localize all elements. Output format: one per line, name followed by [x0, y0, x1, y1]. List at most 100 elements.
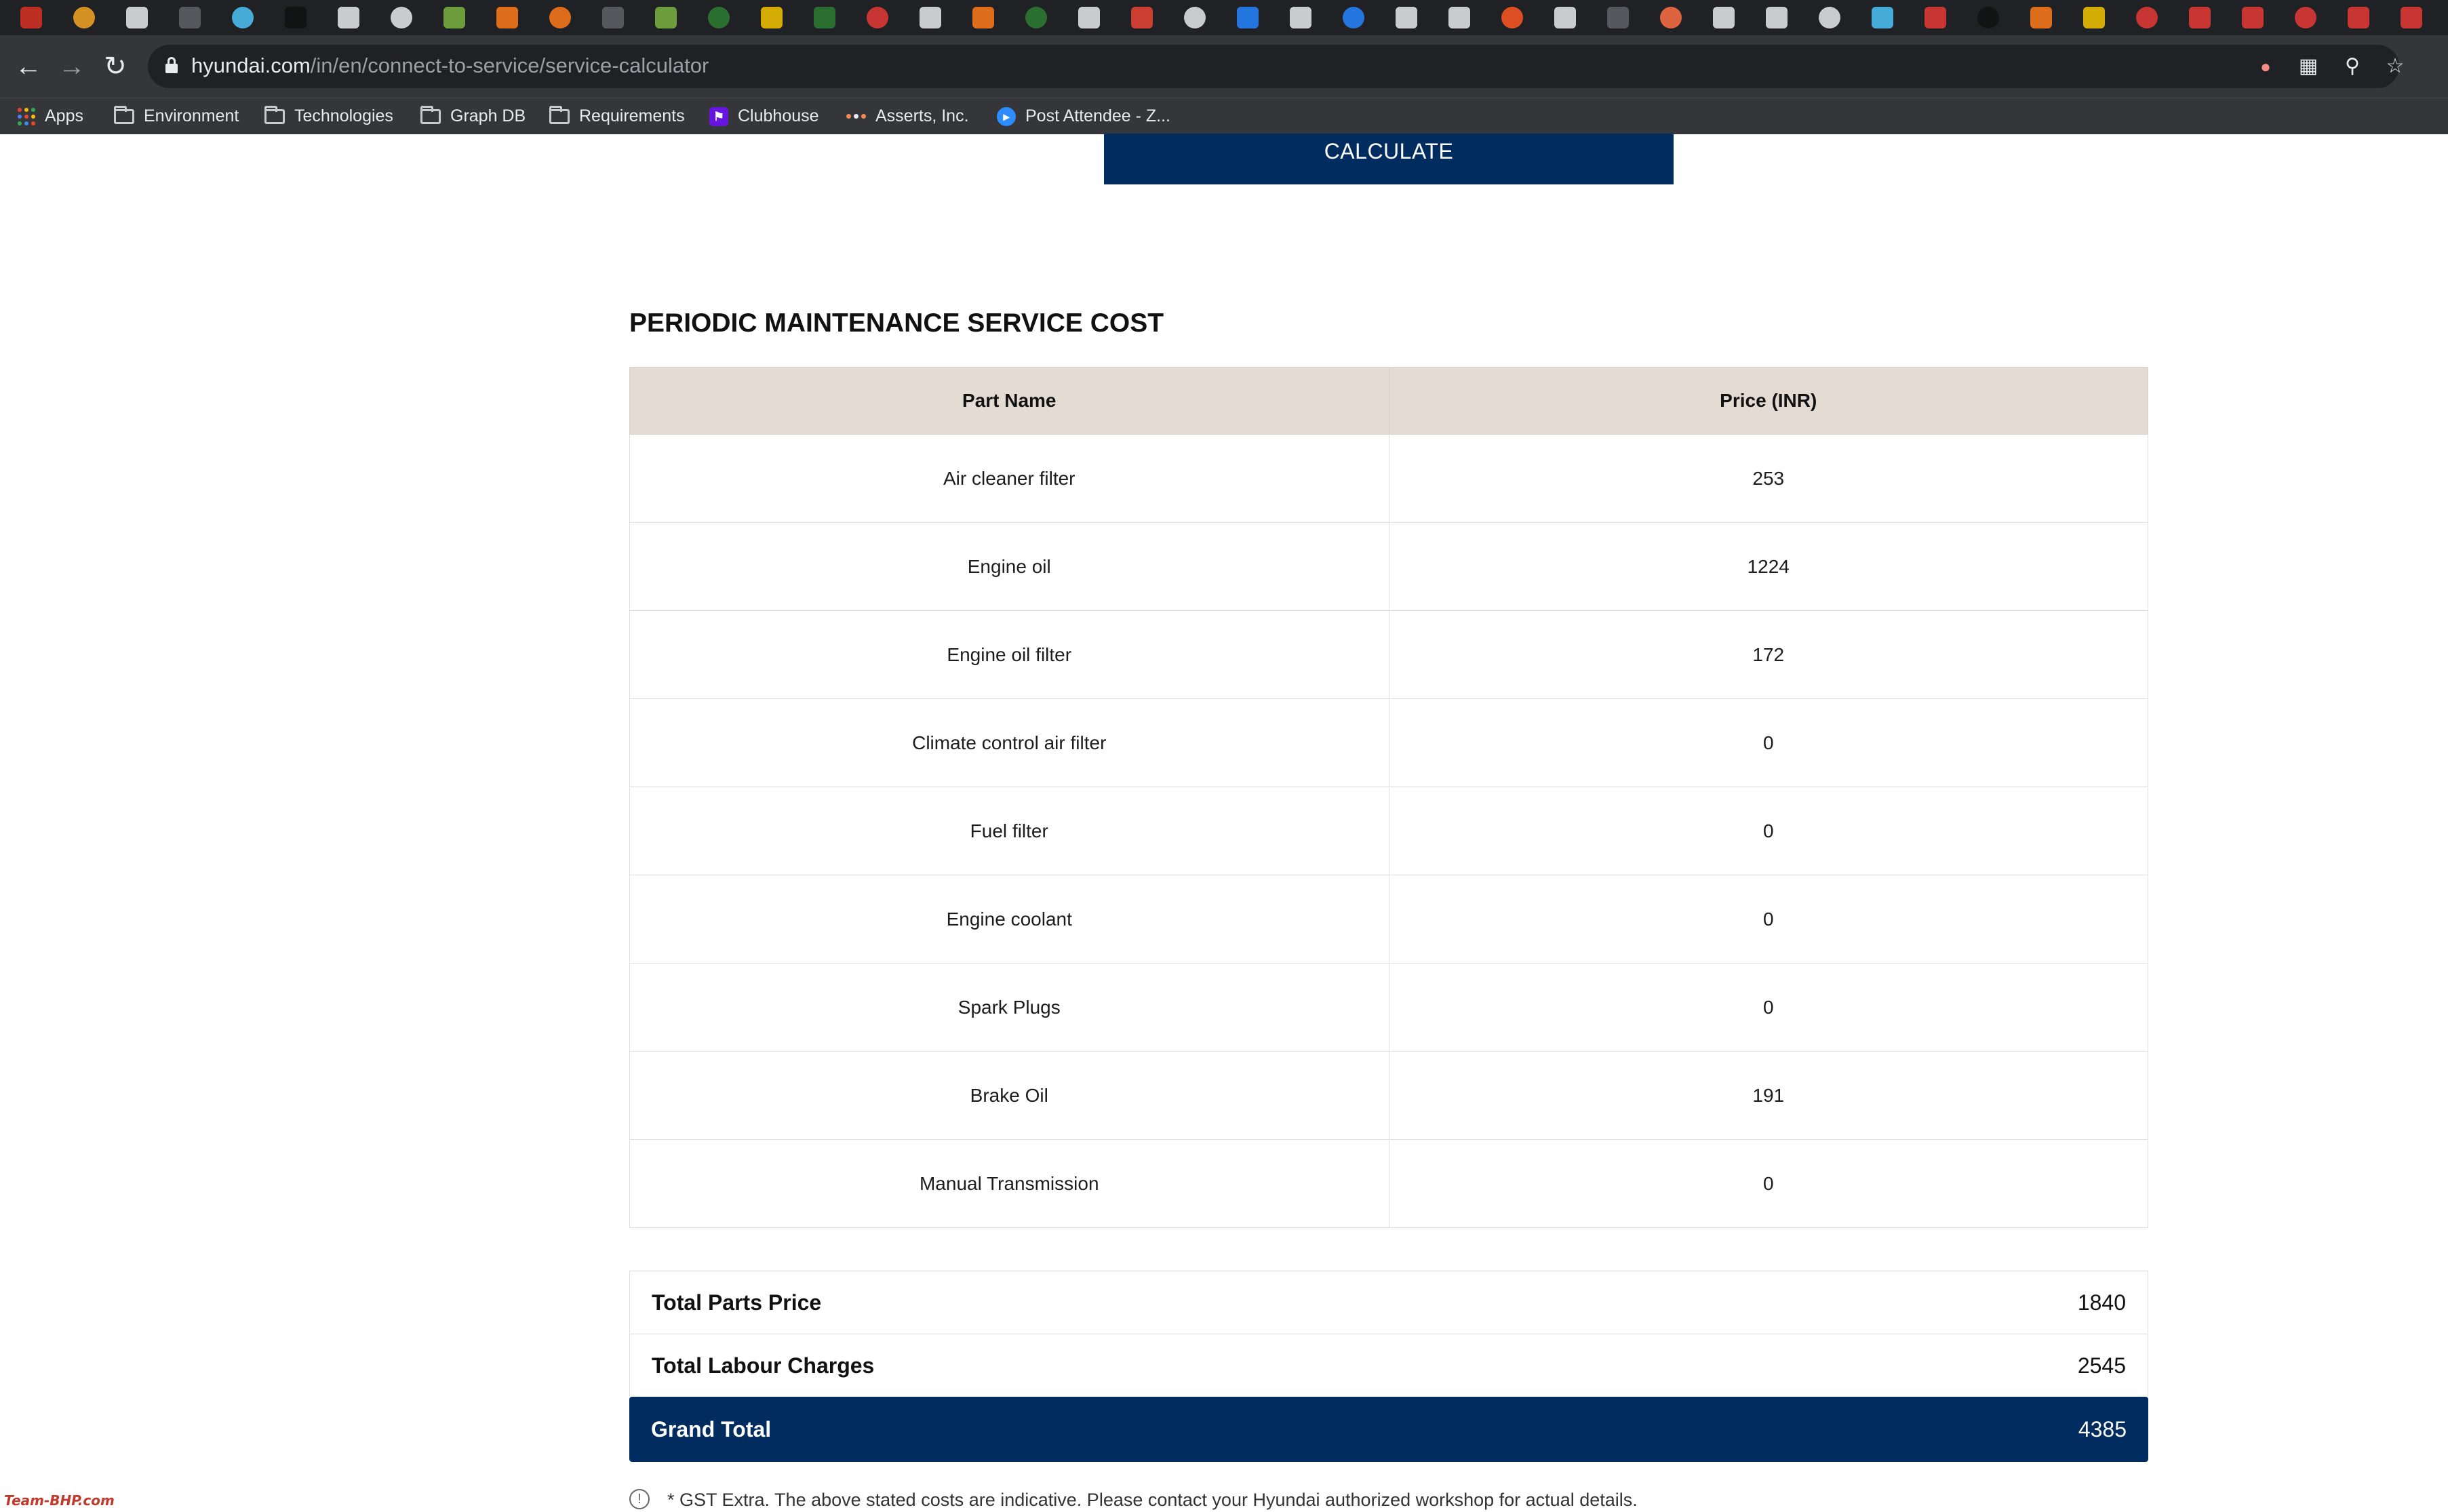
tab-favicon[interactable] [2030, 7, 2052, 28]
bookmark-asserts[interactable]: Asserts, Inc. [846, 98, 969, 134]
bookmark-label: Apps [45, 106, 83, 125]
tab-favicon[interactable] [2348, 7, 2369, 28]
price-cell: 253 [1388, 434, 2148, 523]
tab-favicon[interactable] [179, 7, 201, 28]
browser-chrome: ← → ↻ hyundai.com/in/en/connect-to-servi… [0, 0, 2448, 134]
tab-favicon[interactable] [549, 7, 571, 28]
blocked-popup-icon[interactable]: ● [2253, 54, 2278, 79]
tab-favicon[interactable] [1872, 7, 1893, 28]
tab-favicon[interactable] [2083, 7, 2105, 28]
bookmark-apps[interactable]: Apps [18, 98, 83, 134]
total-labour-row: Total Labour Charges 2545 [629, 1334, 2148, 1397]
bookmark-post-attendee[interactable]: ▸ Post Attendee - Z... [997, 98, 1170, 134]
column-header-price: Price (INR) [1388, 367, 2148, 435]
tab-favicon[interactable] [443, 7, 465, 28]
back-icon[interactable]: ← [9, 47, 47, 85]
tab-favicon[interactable] [1554, 7, 1576, 28]
lock-icon[interactable] [165, 57, 178, 73]
tab-favicon[interactable] [1819, 7, 1840, 28]
bookmark-folder-graph-db[interactable]: Graph DB [420, 98, 526, 134]
url-text[interactable]: hyundai.com/in/en/connect-to-service/ser… [191, 54, 709, 78]
dots-icon [846, 114, 866, 119]
zoom-icon[interactable]: ⚲ [2340, 54, 2365, 79]
tab-favicon[interactable] [1977, 7, 1999, 28]
tab-favicon[interactable] [2401, 7, 2422, 28]
tab-favicon[interactable] [1448, 7, 1470, 28]
tab-favicon[interactable] [602, 7, 624, 28]
tab-favicon[interactable] [814, 7, 835, 28]
total-labour-value: 2545 [2077, 1353, 2126, 1378]
tab-favicon[interactable] [761, 7, 783, 28]
tab-favicon[interactable] [338, 7, 359, 28]
address-bar[interactable]: hyundai.com/in/en/connect-to-service/ser… [148, 45, 2404, 88]
tab-favicon[interactable] [496, 7, 518, 28]
tab-favicon[interactable] [920, 7, 941, 28]
tab-favicon[interactable] [1343, 7, 1364, 28]
price-cell: 0 [1388, 963, 2148, 1052]
table-row: Air cleaner filter 253 [629, 434, 2148, 523]
apps-grid-icon [18, 107, 35, 125]
bookmark-label: Environment [144, 106, 239, 125]
bookmark-clubhouse[interactable]: ⚑ Clubhouse [709, 98, 819, 134]
table-row: Engine oil filter 172 [629, 610, 2148, 699]
part-name-cell: Engine oil filter [629, 610, 1389, 699]
tab-strip [0, 0, 2448, 35]
bookmark-folder-requirements[interactable]: Requirements [549, 98, 685, 134]
grand-total-label: Grand Total [651, 1416, 772, 1441]
table-row: Climate control air filter 0 [629, 698, 2148, 787]
qr-code-icon[interactable]: ▦ [2296, 54, 2321, 79]
tab-favicon[interactable] [1607, 7, 1629, 28]
tab-favicon[interactable] [126, 7, 148, 28]
tab-favicon[interactable] [20, 7, 42, 28]
bookmark-label: Technologies [294, 106, 393, 125]
part-name-cell: Engine coolant [629, 875, 1389, 963]
tab-favicon[interactable] [1396, 7, 1417, 28]
part-name-cell: Air cleaner filter [629, 434, 1389, 523]
price-cell: 0 [1388, 698, 2148, 787]
tab-favicon[interactable] [1184, 7, 1206, 28]
url-path: /in/en/connect-to-service/service-calcul… [310, 54, 709, 77]
tab-favicon[interactable] [1078, 7, 1100, 28]
price-cell: 0 [1388, 875, 2148, 963]
tab-favicon[interactable] [1025, 7, 1047, 28]
tab-favicon[interactable] [1766, 7, 1788, 28]
tab-favicon[interactable] [708, 7, 730, 28]
tab-favicon[interactable] [2136, 7, 2158, 28]
totals-summary: Total Parts Price 1840 Total Labour Char… [629, 1271, 2148, 1462]
tab-favicon[interactable] [73, 7, 95, 28]
forward-icon[interactable]: → [53, 47, 91, 85]
grand-total-value: 4385 [2078, 1416, 2127, 1441]
part-name-cell: Fuel filter [629, 787, 1389, 875]
table-row: Fuel filter 0 [629, 787, 2148, 875]
tab-favicon[interactable] [2189, 7, 2211, 28]
tab-favicon[interactable] [1713, 7, 1735, 28]
tab-favicon[interactable] [1237, 7, 1259, 28]
folder-icon [420, 105, 441, 124]
tab-favicon[interactable] [1660, 7, 1682, 28]
price-cell: 0 [1388, 1139, 2148, 1228]
bookmark-star-icon[interactable]: ☆ [2383, 54, 2407, 79]
tab-favicon[interactable] [1290, 7, 1311, 28]
tab-favicon[interactable] [1131, 7, 1153, 28]
calculate-button[interactable]: CALCULATE [1104, 134, 1674, 184]
reload-icon[interactable]: ↻ [96, 47, 134, 85]
tab-favicon[interactable] [285, 7, 307, 28]
tab-favicon[interactable] [2242, 7, 2264, 28]
tab-favicon[interactable] [2295, 7, 2316, 28]
table-row: Engine coolant 0 [629, 875, 2148, 963]
total-labour-label: Total Labour Charges [652, 1353, 875, 1378]
tab-favicon[interactable] [972, 7, 994, 28]
bookmark-folder-environment[interactable]: Environment [114, 98, 239, 134]
tab-favicon[interactable] [391, 7, 412, 28]
column-header-part-name: Part Name [629, 367, 1389, 435]
folder-icon [114, 105, 134, 124]
bookmark-folder-technologies[interactable]: Technologies [264, 98, 393, 134]
tab-favicon[interactable] [232, 7, 254, 28]
tab-favicon[interactable] [1924, 7, 1946, 28]
tab-favicon[interactable] [1501, 7, 1523, 28]
bookmark-label: Graph DB [450, 106, 526, 125]
bookmark-label: Clubhouse [738, 106, 819, 125]
table-row: Engine oil 1224 [629, 522, 2148, 611]
tab-favicon[interactable] [655, 7, 677, 28]
tab-favicon[interactable] [867, 7, 888, 28]
